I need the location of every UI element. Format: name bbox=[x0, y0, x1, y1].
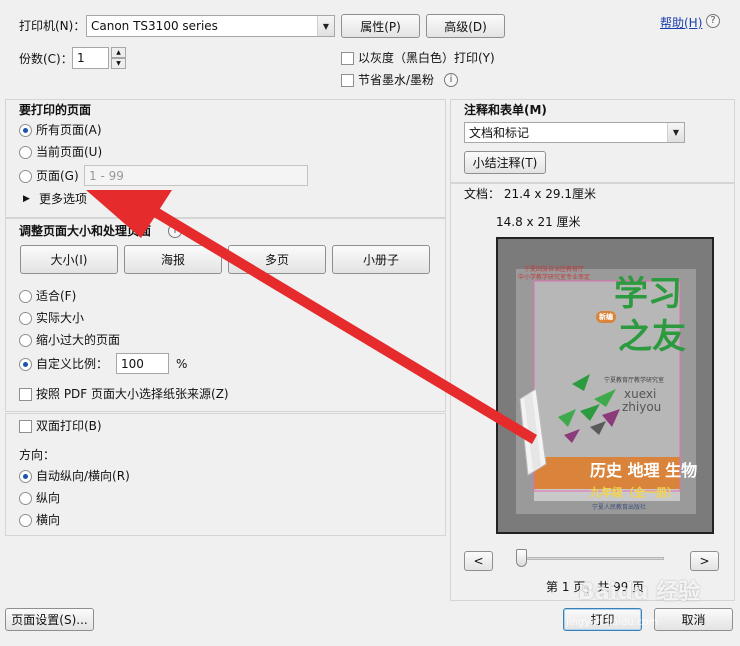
cover-publisher-small: 宁夏教育厅教学研究室 bbox=[604, 377, 665, 384]
page-range-placeholder: 1 - 99 bbox=[89, 168, 124, 183]
auto-orientation-label: 自动纵向/横向(R) bbox=[36, 469, 130, 483]
copies-label: 份数(C)： bbox=[19, 52, 73, 66]
printer-select[interactable]: Canon TS3100 series ▼ bbox=[86, 15, 335, 37]
properties-button[interactable]: 属性(P) bbox=[341, 14, 420, 38]
orientation-label: 方向： bbox=[19, 448, 56, 462]
comments-title: 注释和表单(M) bbox=[464, 103, 547, 117]
pdf-source-label: 按照 PDF 页面大小选择纸张来源(Z) bbox=[36, 387, 229, 401]
cover-grade: 九年级（全一册） bbox=[590, 486, 678, 499]
poster-tab-button[interactable]: 海报 bbox=[124, 245, 222, 274]
save-ink-label: 节省墨水/墨粉 bbox=[358, 73, 435, 87]
comments-select-value: 文档和标记 bbox=[469, 126, 530, 140]
portrait-label: 纵向 bbox=[36, 491, 61, 505]
grayscale-label: 以灰度（黑白色）打印(Y) bbox=[358, 51, 495, 65]
cover-org-line2: 中小学教学研究室专业审定 bbox=[518, 274, 591, 281]
preview-pane: 宁夏回族自治区教育厅 中小学教学研究室专业审定 学习 之友 新编 宁夏教育厅教学… bbox=[496, 237, 714, 534]
all-pages-radio[interactable] bbox=[19, 124, 32, 137]
multiple-tab-button[interactable]: 多页 bbox=[228, 245, 326, 274]
page-setup-button[interactable]: 页面设置(S)... bbox=[5, 608, 94, 631]
custom-scale-radio[interactable] bbox=[19, 358, 32, 371]
help-icon[interactable]: ? bbox=[706, 14, 720, 28]
info-icon[interactable]: i bbox=[168, 224, 182, 238]
copies-down-button[interactable]: ▼ bbox=[111, 58, 126, 69]
pages-title: 要打印的页面 bbox=[19, 103, 92, 117]
page-range-input[interactable]: 1 - 99 bbox=[84, 165, 308, 186]
cover-org-line1: 宁夏回族自治区教育厅 bbox=[524, 266, 585, 273]
page-slider-handle[interactable] bbox=[516, 549, 527, 567]
shrink-radio[interactable] bbox=[19, 334, 32, 347]
duplex-label: 双面打印(B) bbox=[36, 419, 102, 433]
fit-label: 适合(F) bbox=[36, 289, 77, 303]
save-ink-checkbox[interactable] bbox=[341, 74, 354, 87]
current-page-label: 当前页面(U) bbox=[36, 145, 103, 159]
printer-label: 打印机(N)： bbox=[19, 19, 86, 33]
cancel-button[interactable]: 取消 bbox=[654, 608, 733, 631]
cover-badge-text: 新编 bbox=[599, 313, 613, 321]
pdf-source-checkbox[interactable] bbox=[19, 388, 32, 401]
info-icon[interactable]: i bbox=[444, 73, 458, 87]
all-pages-label: 所有页面(A) bbox=[36, 123, 102, 137]
size-tab-button[interactable]: 大小(I) bbox=[20, 245, 118, 274]
copies-input-value: 1 bbox=[77, 51, 85, 65]
chevron-down-icon: ▼ bbox=[317, 16, 334, 36]
paper-size-label: 14.8 x 21 厘米 bbox=[496, 215, 581, 229]
comments-select[interactable]: 文档和标记 ▼ bbox=[464, 122, 685, 143]
watermark-url: jingyan.baidu.com bbox=[566, 617, 659, 628]
page-range-radio[interactable] bbox=[19, 170, 32, 183]
custom-scale-label: 自定义比例： bbox=[36, 357, 109, 371]
page-range-label: 页面(G) bbox=[36, 169, 79, 183]
help-link[interactable]: 帮助(H) bbox=[660, 15, 702, 31]
fit-radio[interactable] bbox=[19, 290, 32, 303]
summarize-comments-button[interactable]: 小结注释(T) bbox=[464, 151, 546, 174]
portrait-radio[interactable] bbox=[19, 492, 32, 505]
shrink-label: 缩小过大的页面 bbox=[36, 333, 121, 347]
document-size-label: 文档： 21.4 x 29.1厘米 bbox=[464, 187, 596, 201]
percent-label: % bbox=[176, 357, 188, 371]
watermark-logo: Baidu 经验 bbox=[578, 580, 701, 605]
grayscale-checkbox[interactable] bbox=[341, 52, 354, 65]
actual-size-radio[interactable] bbox=[19, 312, 32, 325]
prev-page-button[interactable]: < bbox=[464, 551, 493, 571]
chevron-down-icon: ▼ bbox=[667, 123, 684, 142]
current-page-radio[interactable] bbox=[19, 146, 32, 159]
cover-title-2: 之友 bbox=[618, 317, 686, 357]
sizing-title: 调整页面大小和处理页面 bbox=[19, 224, 152, 238]
auto-orientation-radio[interactable] bbox=[19, 470, 32, 483]
duplex-checkbox[interactable] bbox=[19, 420, 32, 433]
cover-press: 宁夏人民教育出版社 bbox=[592, 504, 647, 511]
next-page-button[interactable]: > bbox=[690, 551, 719, 571]
expand-triangle-icon[interactable]: ▶ bbox=[23, 191, 30, 207]
copies-input[interactable]: 1 bbox=[72, 47, 109, 69]
landscape-radio[interactable] bbox=[19, 514, 32, 527]
printer-select-value: Canon TS3100 series bbox=[91, 19, 218, 33]
cover-pinyin-2: zhiyou bbox=[622, 400, 662, 414]
page-slider-track[interactable] bbox=[520, 557, 664, 560]
landscape-label: 横向 bbox=[36, 513, 61, 527]
advanced-button[interactable]: 高级(D) bbox=[426, 14, 505, 38]
cover-title-1: 学习 bbox=[614, 274, 682, 314]
scale-input[interactable]: 100 bbox=[116, 353, 169, 374]
scale-input-value: 100 bbox=[121, 356, 144, 371]
cover-subjects: 历史 地理 生物 bbox=[590, 461, 698, 480]
actual-size-label: 实际大小 bbox=[36, 311, 85, 325]
copies-up-button[interactable]: ▲ bbox=[111, 47, 126, 58]
more-options-link[interactable]: 更多选项 bbox=[39, 191, 87, 207]
booklet-tab-button[interactable]: 小册子 bbox=[332, 245, 430, 274]
